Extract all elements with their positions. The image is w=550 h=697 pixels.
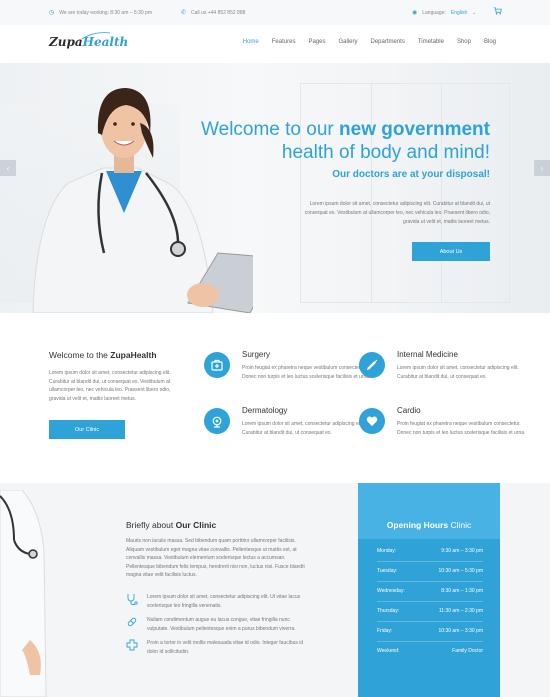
top-bar: ◷ We are today working: 8:30 am – 5:30 p… <box>0 0 550 25</box>
nav-timetable[interactable]: Timetable <box>418 39 444 45</box>
globe-icon: ◉ <box>412 10 418 16</box>
language-label: Language: <box>422 9 446 16</box>
hero-text: Lorem ipsum dolor sit amet, consectetur … <box>304 201 490 225</box>
hours-day: Weekend: <box>377 648 400 654</box>
chevron-down-icon[interactable]: ⌄ <box>472 10 476 16</box>
hours-time: Family Doctor <box>452 648 483 654</box>
opening-hours-header <box>358 483 500 539</box>
hours-row: Friday: 10:30 am – 3:30 pm <box>377 622 483 642</box>
heart-icon <box>359 408 385 434</box>
nav-gallery[interactable]: Gallery <box>338 39 357 45</box>
service-name[interactable]: Cardio <box>397 406 421 415</box>
language-selector[interactable]: ◉ Language: English ⌄ <box>412 9 477 17</box>
logo-swoosh-icon <box>81 32 111 40</box>
feature-text: Lorem ipsum dolor sit amet, consectetur … <box>147 594 301 609</box>
hero-title-line1: Welcome to our new government <box>201 119 490 141</box>
main-nav: Home Features Pages Gallery Departments … <box>243 39 496 45</box>
welcome-title-a: Welcome to the <box>49 350 111 360</box>
opening-hours-panel: Opening Hours Clinic Monday: 9:30 am – 3:… <box>358 483 500 697</box>
hero-title-line1-a: Welcome to our <box>201 119 340 140</box>
our-clinic-button[interactable]: Our Clinic <box>49 420 125 439</box>
slider-prev-arrow[interactable]: ‹ <box>0 160 16 176</box>
hours-row: Tuesday: 10:30 am – 5:30 pm <box>377 562 483 582</box>
opening-hours-title-b: Clinic <box>450 520 472 530</box>
service-name[interactable]: Internal Medicine <box>397 350 458 359</box>
hours-day: Friday: <box>377 628 393 634</box>
hours-row: Thursday: 11:30 am – 2:30 pm <box>377 602 483 622</box>
syringe-icon <box>359 352 385 378</box>
first-aid-icon <box>204 352 230 378</box>
about-text: Mauris non iaculis massa. Sed bibendum q… <box>126 538 305 579</box>
hours-day: Wednesday: <box>377 588 405 594</box>
about-title-a: Briefly about <box>126 520 176 530</box>
cart-icon[interactable] <box>493 6 502 15</box>
hero-subtitle: Our doctors are at your disposal! <box>332 169 490 180</box>
hero-background-window <box>300 83 510 303</box>
about-title-b: Our Clinic <box>175 520 217 530</box>
service-desc: Lorem ipsum dolor sit amet, consectetur … <box>397 365 519 380</box>
welcome-text: Lorem ipsum dolor sit amet, consectetur … <box>49 370 171 402</box>
working-hours: ◷ We are today working: 8:30 am – 5:30 p… <box>49 9 152 17</box>
microscope-icon <box>204 408 230 434</box>
hours-row: Wednesday: 8:30 am – 1:30 pm <box>377 582 483 602</box>
working-hours-text: We are today working: 8:30 am – 5:30 pm <box>59 9 152 16</box>
nav-features[interactable]: Features <box>272 39 296 45</box>
opening-hours-title: Opening Hours Clinic <box>358 520 500 530</box>
nav-pages[interactable]: Pages <box>308 39 325 45</box>
service-desc: Proin feugiat ex pharetra neque vestibul… <box>397 421 526 436</box>
about-us-button[interactable]: About Us <box>412 242 490 261</box>
welcome-title: Welcome to the ZupaHealth <box>49 350 157 360</box>
phone-icon: ✆ <box>181 10 187 16</box>
feature-text: Proin a tortor in velit mollis malesuada… <box>147 640 304 655</box>
nav-departments[interactable]: Departments <box>370 39 404 45</box>
language-value[interactable]: English <box>451 10 467 16</box>
nav-shop[interactable]: Shop <box>457 39 471 45</box>
service-name[interactable]: Dermatology <box>242 406 287 415</box>
hours-time: 10:30 am – 5:30 pm <box>438 568 483 574</box>
hours-row: Monday: 9:30 am – 3:30 pm <box>377 542 483 562</box>
service-name[interactable]: Surgery <box>242 350 270 359</box>
pill-icon <box>127 617 137 627</box>
opening-hours-title-a: Opening Hours <box>386 520 451 530</box>
medical-cross-icon <box>126 639 138 651</box>
nav-home[interactable]: Home <box>243 39 259 45</box>
logo-text-part1: Zupa <box>49 35 83 49</box>
slider-next-arrow[interactable]: › <box>534 160 550 176</box>
hours-day: Thursday: <box>377 608 400 614</box>
phone-text[interactable]: Call us +44 852 852 888 <box>191 10 245 16</box>
about-title: Briefly about Our Clinic <box>126 520 216 530</box>
phone-info[interactable]: ✆ Call us +44 852 852 888 <box>181 9 245 17</box>
hours-time: 10:30 am – 3:30 pm <box>438 628 483 634</box>
hero-title-line1-b: new government <box>339 119 490 140</box>
hours-row: Weekend: Family Doctor <box>377 642 483 662</box>
nav-blog[interactable]: Blog <box>484 39 496 45</box>
feature-text: Nullam condimentum augue eu lacus congue… <box>147 617 296 632</box>
hours-day: Monday: <box>377 548 397 554</box>
doctor-side-image <box>0 490 47 697</box>
welcome-title-b: ZupaHealth <box>110 350 157 360</box>
hours-time: 8:30 am – 1:30 pm <box>441 588 483 594</box>
doctor-image <box>32 88 253 313</box>
hours-time: 11:30 am – 2:30 pm <box>438 608 483 614</box>
clock-icon: ◷ <box>49 10 55 16</box>
hero-title-line2: health of body and mind! <box>281 142 490 163</box>
hours-day: Tuesday: <box>377 568 398 574</box>
hours-time: 9:30 am – 3:30 pm <box>441 548 483 554</box>
stethoscope-icon <box>127 594 138 605</box>
